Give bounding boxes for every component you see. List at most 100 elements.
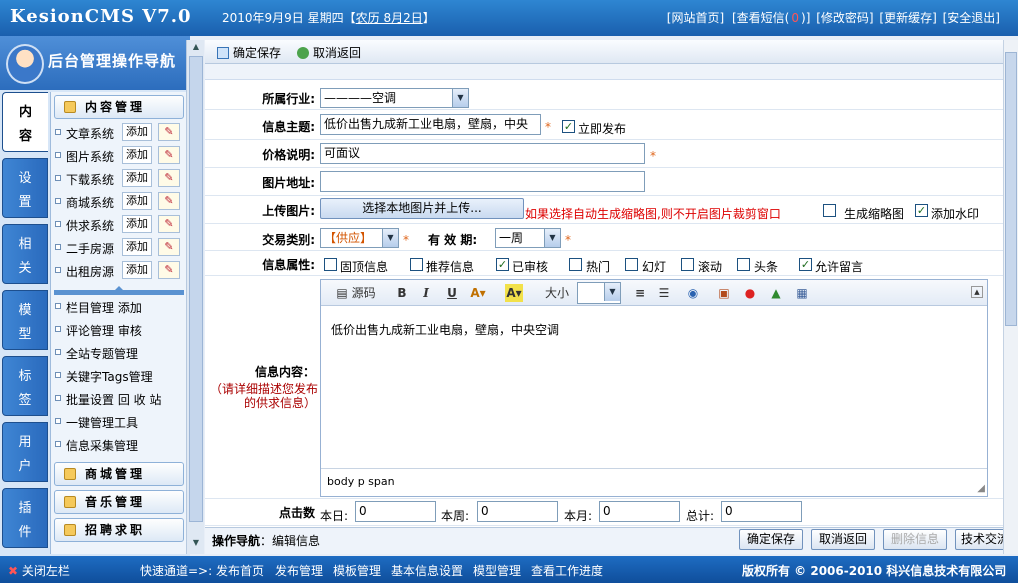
upload-image-button[interactable]: 选择本地图片并上传... — [320, 198, 524, 219]
publish-now-checkbox[interactable]: ✓ — [562, 120, 575, 133]
chevron-down-icon[interactable]: ▼ — [604, 283, 620, 301]
toolbar-cancel-button[interactable]: 取消返回 — [297, 44, 361, 61]
link-globe-icon[interactable]: ◉ — [684, 284, 702, 302]
lunar-date-link[interactable]: 农历 8月2日 — [356, 11, 423, 25]
toolbar-save-button[interactable]: 确定保存 — [217, 44, 281, 61]
footer-cancel-button[interactable]: 取消返回 — [811, 529, 875, 550]
vtab-plugins[interactable]: 插件 — [2, 488, 48, 548]
industry-select[interactable]: ————空调 ▼ — [320, 88, 469, 108]
editor-element-path[interactable]: body p span — [327, 475, 395, 488]
media-icon[interactable]: ▲ — [767, 284, 785, 302]
view-messages-link[interactable]: [查看短信(0)] — [730, 11, 810, 25]
vtab-settings[interactable]: 设置 — [2, 158, 48, 218]
price-input[interactable]: 可面议 — [320, 143, 645, 164]
logout-link[interactable]: [安全退出] — [943, 11, 1000, 25]
edit-pencil-icon[interactable]: ✎ — [158, 238, 180, 256]
underline-icon[interactable]: U — [443, 284, 461, 302]
footer-save-button[interactable]: 确定保存 — [739, 529, 803, 550]
add-button[interactable]: 添加 — [122, 215, 152, 233]
total-input[interactable]: 0 — [721, 501, 802, 522]
bold-icon[interactable]: B — [393, 284, 411, 302]
nav-link-tags[interactable]: 关键字Tags管理 — [54, 366, 184, 386]
shop-management-head[interactable]: 商城管理 — [54, 462, 184, 486]
month-input[interactable]: 0 — [599, 501, 680, 522]
quick-link-publish-home[interactable]: 发布首页 — [216, 562, 264, 579]
main-scrollbar[interactable] — [1003, 40, 1018, 554]
attr-checkbox-scroll[interactable] — [681, 258, 694, 271]
resize-grip-icon[interactable]: ◢ — [977, 483, 985, 494]
unordered-list-icon[interactable]: ☰ — [655, 284, 673, 302]
edit-pencil-icon[interactable]: ✎ — [158, 123, 180, 141]
attr-checkbox-top[interactable] — [324, 258, 337, 271]
footer-delete-button[interactable]: 删除信息 — [883, 529, 947, 550]
jobs-management-head[interactable]: 招聘求职 — [54, 518, 184, 542]
nav-link-collect[interactable]: 信息采集管理 — [54, 435, 184, 455]
flash-icon[interactable]: ● — [741, 284, 759, 302]
change-password-link[interactable]: [修改密码] — [816, 11, 873, 25]
attr-checkbox-slide[interactable] — [625, 258, 638, 271]
scroll-up-icon[interactable]: ▲ — [190, 42, 202, 54]
add-button[interactable]: 添加 — [122, 169, 152, 187]
update-cache-link[interactable]: [更新缓存] — [879, 11, 936, 25]
attr-checkbox-comments[interactable]: ✓ — [799, 258, 812, 271]
scroll-thumb[interactable] — [189, 56, 203, 522]
music-management-head[interactable]: 音乐管理 — [54, 490, 184, 514]
collapse-arrow-icon[interactable] — [114, 286, 124, 291]
edit-pencil-icon[interactable]: ✎ — [158, 192, 180, 210]
font-size-select[interactable]: ▼ — [577, 282, 621, 304]
close-left-panel[interactable]: ✖ 关闭左栏 — [8, 562, 70, 579]
add-button[interactable]: 添加 — [122, 146, 152, 164]
edit-pencil-icon[interactable]: ✎ — [158, 215, 180, 233]
image-url-input[interactable] — [320, 171, 645, 192]
subject-input[interactable]: 低价出售九成新工业电扇，壁扇，中央 — [320, 114, 541, 135]
quick-link-basic-settings[interactable]: 基本信息设置 — [391, 562, 463, 579]
quick-link-model[interactable]: 模型管理 — [473, 562, 521, 579]
add-button[interactable]: 添加 — [122, 123, 152, 141]
vtab-tags[interactable]: 标签 — [2, 356, 48, 416]
nav-link-column[interactable]: 栏目管理 添加 — [54, 297, 184, 317]
editor-body-text[interactable]: 低价出售九成新工业电扇，壁扇，中央空调 — [331, 321, 559, 338]
quick-link-publish-manage[interactable]: 发布管理 — [275, 562, 323, 579]
vtab-content[interactable]: 内容 — [2, 92, 48, 152]
week-input[interactable]: 0 — [477, 501, 558, 522]
quick-link-progress[interactable]: 查看工作进度 — [531, 562, 603, 579]
edit-pencil-icon[interactable]: ✎ — [158, 146, 180, 164]
ordered-list-icon[interactable]: ≡ — [631, 284, 649, 302]
validity-select[interactable]: 一周 ▼ — [495, 228, 561, 248]
chevron-down-icon[interactable]: ▼ — [382, 229, 398, 247]
edit-pencil-icon[interactable]: ✎ — [158, 261, 180, 279]
chevron-down-icon[interactable]: ▼ — [544, 229, 560, 247]
site-home-link[interactable]: [网站首页] — [667, 11, 724, 25]
nav-link-batch[interactable]: 批量设置 回 收 站 — [54, 389, 184, 409]
italic-icon[interactable]: I — [417, 284, 435, 302]
attr-checkbox-hot[interactable] — [569, 258, 582, 271]
trade-type-select[interactable]: 【供应】 ▼ — [320, 228, 399, 248]
image-icon[interactable]: ▣ — [715, 284, 733, 302]
nav-link-comments[interactable]: 评论管理 审核 — [54, 320, 184, 340]
table-icon[interactable]: ▦ — [793, 284, 811, 302]
section-divider[interactable] — [54, 286, 184, 295]
nav-link-tools[interactable]: 一键管理工具 — [54, 412, 184, 432]
vtab-users[interactable]: 用户 — [2, 422, 48, 482]
watermark-checkbox[interactable]: ✓ — [915, 204, 928, 217]
thumbnail-checkbox[interactable] — [823, 204, 836, 217]
scroll-thumb[interactable] — [1005, 52, 1017, 326]
source-button[interactable]: ▤ 源码 — [335, 284, 377, 302]
scroll-down-icon[interactable]: ▼ — [190, 538, 202, 550]
content-management-head[interactable]: 内容管理 — [54, 95, 184, 119]
attr-checkbox-headline[interactable] — [737, 258, 750, 271]
chevron-down-icon[interactable]: ▼ — [452, 89, 468, 107]
add-button[interactable]: 添加 — [122, 261, 152, 279]
font-color-icon[interactable]: A▾ — [469, 284, 487, 302]
attr-checkbox-recommend[interactable] — [410, 258, 423, 271]
sidebar-scrollbar[interactable]: ▲ ▼ — [186, 40, 204, 554]
add-button[interactable]: 添加 — [122, 238, 152, 256]
today-input[interactable]: 0 — [355, 501, 436, 522]
vtab-related[interactable]: 相关 — [2, 224, 48, 284]
editor-collapse-icon[interactable]: ▲ — [971, 286, 983, 298]
edit-pencil-icon[interactable]: ✎ — [158, 169, 180, 187]
vtab-model[interactable]: 模型 — [2, 290, 48, 350]
highlight-icon[interactable]: A▾ — [505, 284, 523, 302]
add-button[interactable]: 添加 — [122, 192, 152, 210]
nav-link-topics[interactable]: 全站专题管理 — [54, 343, 184, 363]
